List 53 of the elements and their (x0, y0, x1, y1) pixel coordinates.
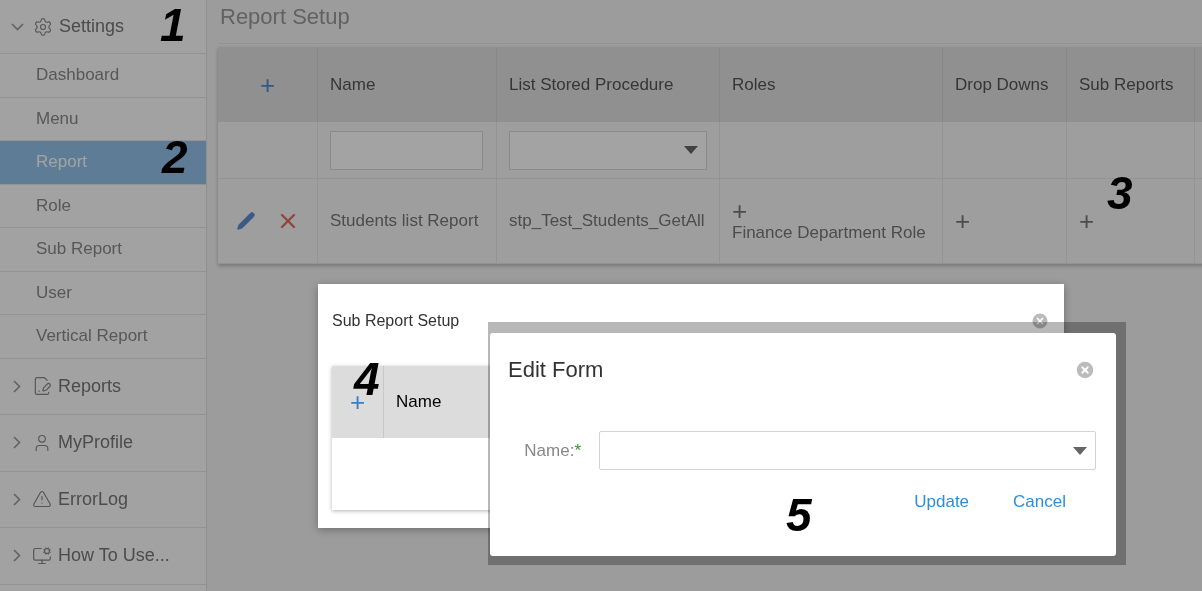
caret-icon (1073, 446, 1087, 455)
procedure-filter-select[interactable] (509, 130, 707, 170)
add-button[interactable]: + (349, 390, 366, 414)
annotation-number: 1 (160, 8, 186, 44)
sidebar-group[interactable]: ErrorLog (0, 471, 206, 528)
add-sub-report-button[interactable]: + (1079, 209, 1095, 233)
warning-icon (32, 489, 52, 510)
table-cell: Students list Report (330, 211, 479, 231)
add-role-button[interactable]: + (732, 199, 748, 223)
sidebar-group[interactable]: Reports (0, 358, 206, 415)
chevron-icon (13, 492, 21, 506)
caret-icon (684, 146, 698, 154)
sidebar-group[interactable]: MyProfile (0, 415, 206, 472)
document-pen-icon (32, 376, 52, 397)
sidebar-item[interactable]: Role (0, 184, 206, 228)
monitor-icon (32, 545, 52, 566)
sidebar-item[interactable]: User (0, 271, 206, 315)
close-icon[interactable] (1030, 311, 1050, 331)
annotation-number: 5 (786, 498, 812, 534)
group-label: Reports (58, 375, 122, 397)
group-label: ErrorLog (58, 488, 129, 510)
column-header: Roles (720, 47, 943, 122)
column-header: Sub Reports (1067, 47, 1195, 122)
table-cell: stp_Test_Students_GetAll (509, 211, 705, 231)
group-label: Settings (59, 16, 125, 37)
annotation-number: 3 (1107, 176, 1133, 212)
gear-icon (33, 16, 53, 37)
dialog-title: Sub Report Setup (332, 312, 460, 330)
column-header: Name (318, 47, 497, 122)
sidebar-group[interactable]: How To Use... (0, 528, 206, 585)
edit-icon[interactable] (236, 211, 256, 231)
column-header: Drop Downs (943, 47, 1067, 122)
page-title: Report Setup (218, 0, 1202, 44)
chevron-icon (13, 549, 21, 563)
role-text: Finance Department Role (732, 223, 926, 243)
field-label: Name:* (523, 440, 581, 461)
name-select[interactable] (599, 431, 1096, 470)
sidebar-item[interactable]: Dashboard (0, 54, 206, 98)
chevron-icon (13, 436, 21, 450)
name-filter-field[interactable] (330, 130, 483, 170)
add-button[interactable]: + (259, 72, 276, 97)
column-header: List Stored Procedure (497, 47, 720, 122)
group-label: How To Use... (58, 545, 170, 567)
annotation-number: 2 (162, 140, 188, 176)
sidebar-item[interactable]: Vertical Report (0, 315, 206, 359)
group-label: MyProfile (58, 432, 133, 454)
update-button[interactable]: Update (914, 492, 970, 512)
sidebar-item[interactable]: Sub Report (0, 228, 206, 272)
add-drop-down-button[interactable]: + (955, 209, 971, 233)
close-icon[interactable] (1074, 359, 1096, 381)
cancel-button[interactable]: Cancel (1013, 492, 1066, 512)
chevron-icon (13, 379, 21, 393)
chevron-icon (11, 22, 24, 31)
